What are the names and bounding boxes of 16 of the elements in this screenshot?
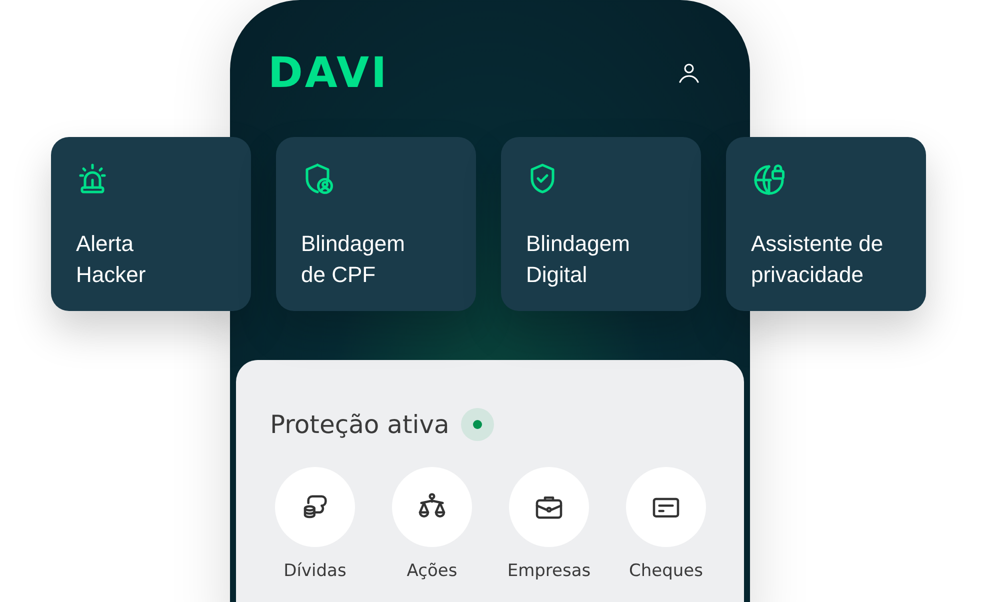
logo: DAVI xyxy=(268,52,389,94)
feature-label: Blindagem Digital xyxy=(526,230,631,289)
feature-card[interactable]: Alerta Hacker xyxy=(51,137,251,311)
category-label: Dívidas xyxy=(284,560,346,583)
feature-label: Assistente de privacidade xyxy=(751,230,884,289)
feature-label: Alerta Hacker xyxy=(76,230,147,289)
feature-card[interactable]: Assistente de privacidade xyxy=(726,137,926,311)
globe-lock-icon xyxy=(751,162,787,198)
category-label: Cheques xyxy=(629,560,703,583)
feature-card[interactable]: Blindagem de CPF xyxy=(276,137,476,311)
feature-card[interactable]: Blindagem Digital xyxy=(501,137,701,311)
category-label: Ações xyxy=(406,560,458,583)
category-label: Empresas xyxy=(507,560,591,583)
section-title: Proteção ativa xyxy=(270,412,450,437)
feature-label: Blindagem de CPF xyxy=(301,230,406,289)
user-icon[interactable] xyxy=(678,62,700,84)
